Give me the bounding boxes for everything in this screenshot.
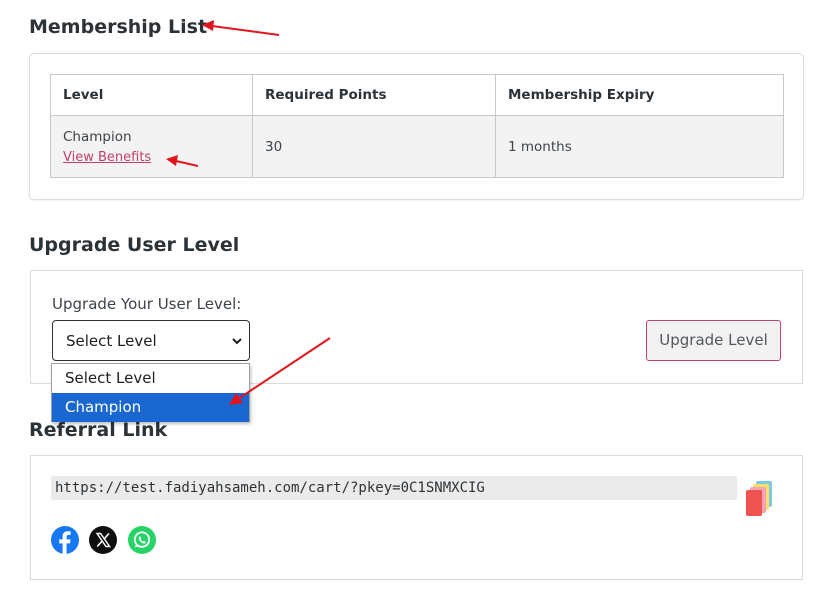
whatsapp-icon[interactable] — [128, 526, 156, 554]
level-select-value: Select Level — [66, 332, 157, 350]
column-header-level: Level — [50, 74, 253, 116]
referral-heading: Referral Link — [29, 419, 168, 441]
upgrade-level-button[interactable]: Upgrade Level — [646, 320, 781, 361]
level-select[interactable]: Select Level — [52, 320, 250, 361]
dropdown-option-select-level[interactable]: Select Level — [52, 364, 249, 393]
dropdown-option-champion[interactable]: Champion — [52, 393, 249, 422]
copy-clipboard-icon[interactable] — [744, 480, 776, 516]
level-name: Champion — [63, 128, 132, 145]
upgrade-heading: Upgrade User Level — [29, 234, 240, 256]
referral-card: https://test.fadiyahsameh.com/cart/?pkey… — [30, 455, 803, 580]
view-benefits-link[interactable]: View Benefits — [63, 150, 151, 165]
membership-heading: Membership List — [29, 16, 208, 38]
required-points-cell: 30 — [252, 115, 496, 178]
table-row: Champion View Benefits 30 1 months — [50, 115, 784, 178]
column-header-membership-expiry: Membership Expiry — [495, 74, 784, 116]
membership-expiry-cell: 1 months — [495, 115, 784, 178]
level-dropdown-list: Select Level Champion — [51, 363, 250, 422]
referral-url-field[interactable]: https://test.fadiyahsameh.com/cart/?pkey… — [51, 476, 737, 500]
upgrade-level-label: Upgrade Your User Level: — [52, 295, 242, 313]
membership-table: Level Required Points Membership Expiry … — [50, 74, 784, 178]
x-twitter-icon[interactable] — [89, 526, 117, 554]
table-header-row: Level Required Points Membership Expiry — [50, 74, 784, 116]
column-header-required-points: Required Points — [252, 74, 496, 116]
membership-card: Level Required Points Membership Expiry … — [29, 53, 804, 200]
level-cell: Champion View Benefits — [50, 115, 253, 178]
chevron-down-icon — [232, 338, 242, 345]
facebook-icon[interactable] — [51, 526, 79, 554]
